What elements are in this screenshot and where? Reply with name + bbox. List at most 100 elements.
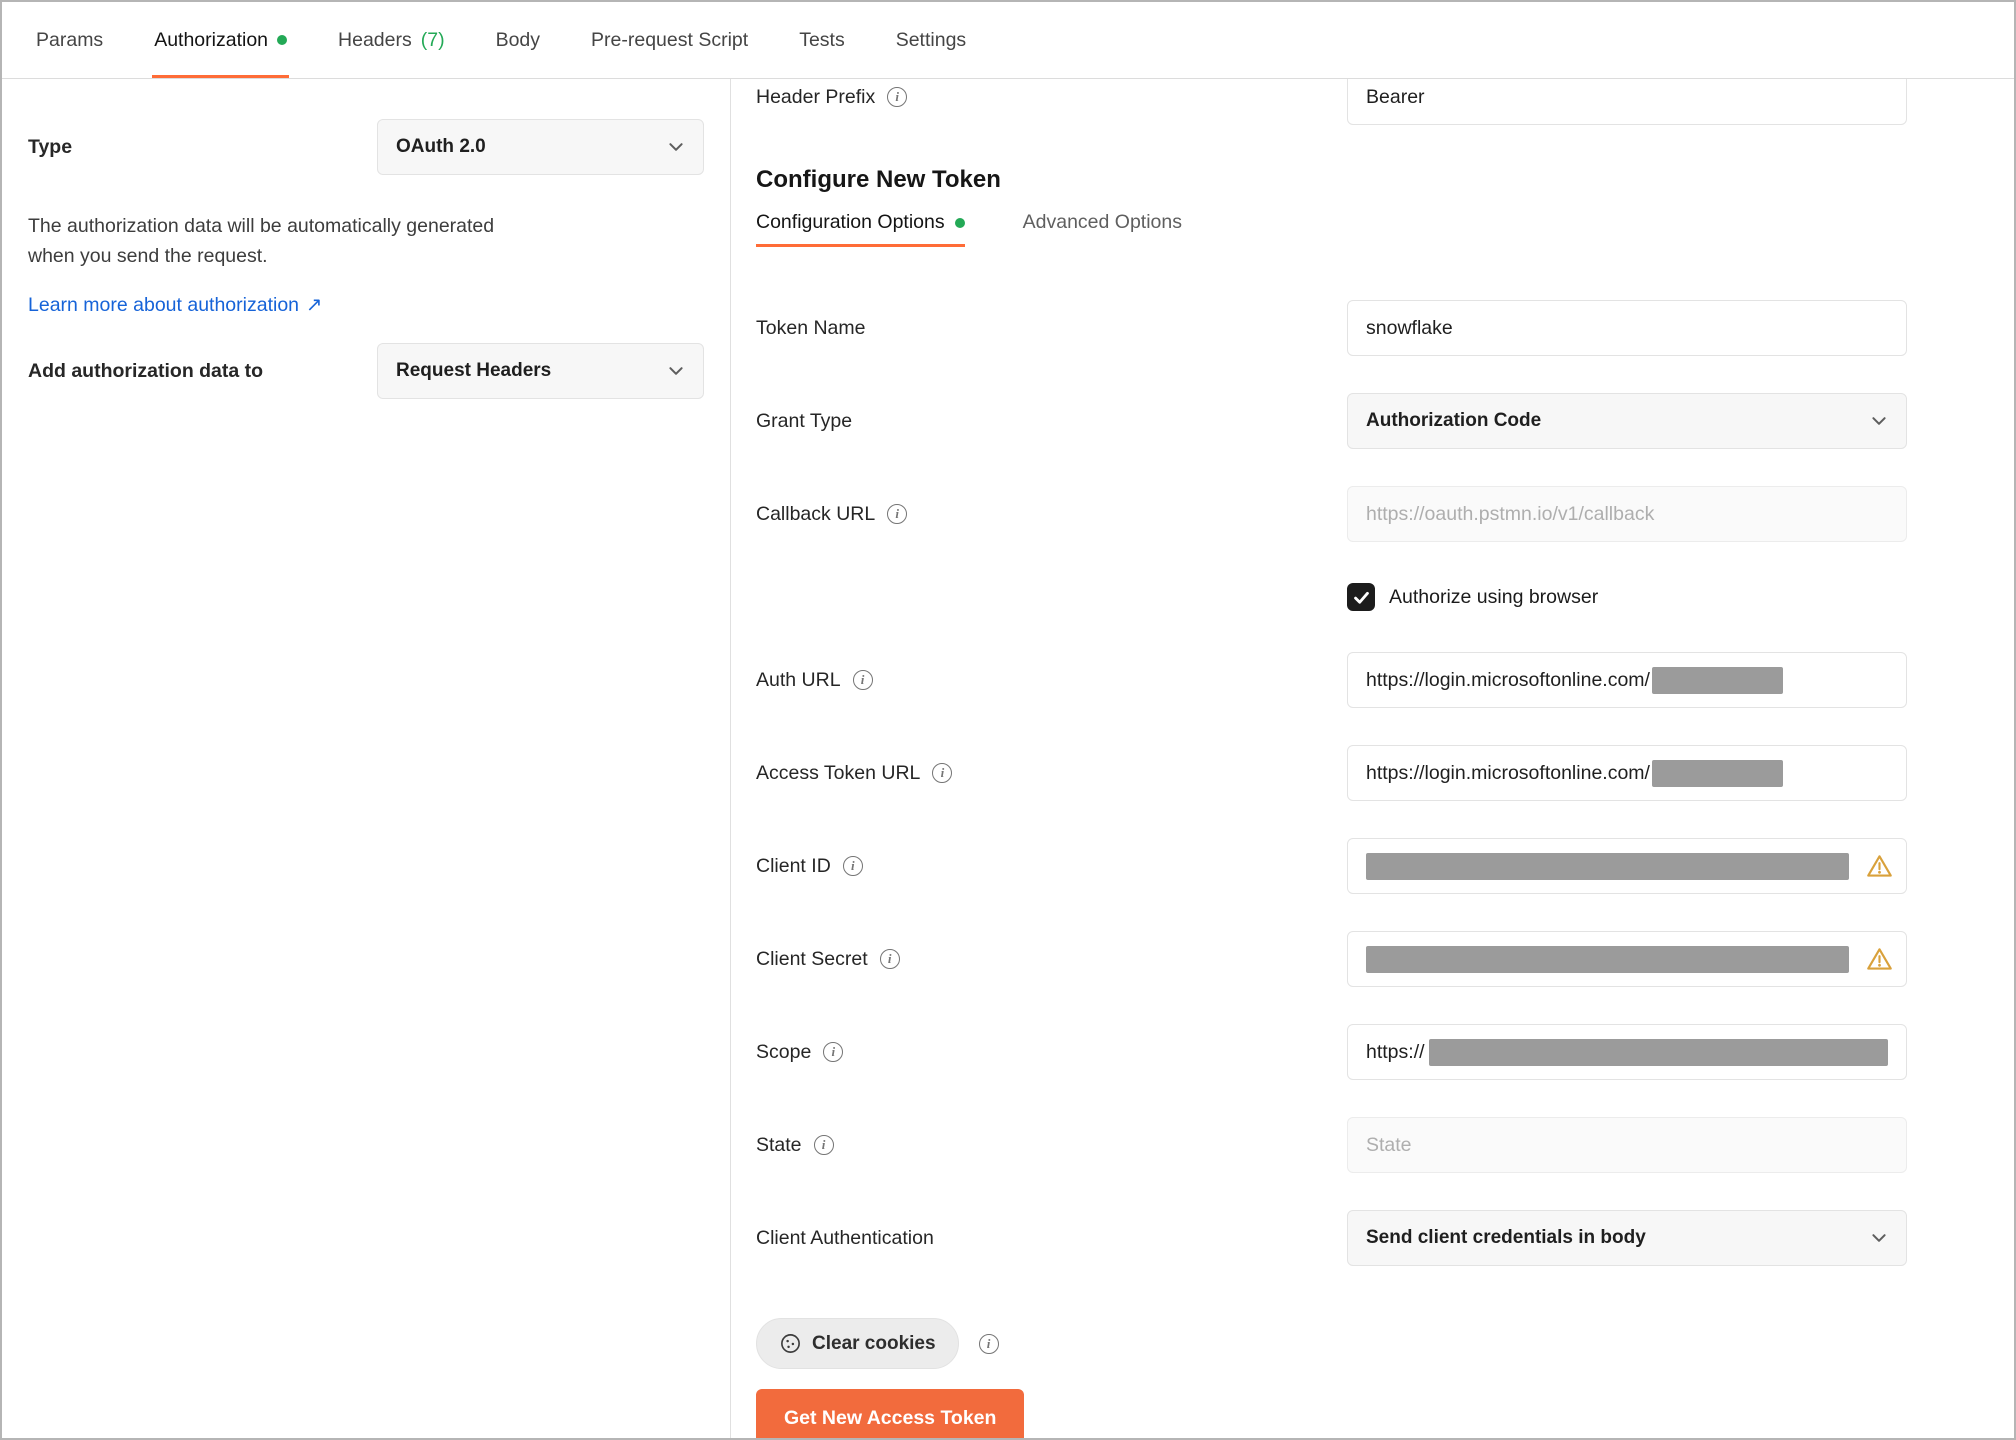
client-authentication-row: Client Authentication Send client creden… [756, 1210, 2014, 1266]
auth-settings-panel: Type OAuth 2.0 The authorization data wi… [2, 79, 731, 1438]
add-auth-data-row: Add authorization data to Request Header… [28, 343, 704, 399]
scope-input[interactable]: https:// [1347, 1024, 1907, 1080]
grant-type-value: Authorization Code [1366, 410, 1542, 431]
chevron-down-icon [669, 143, 683, 151]
clear-cookies-label: Clear cookies [812, 1332, 936, 1354]
learn-more-text: Learn more about authorization [28, 293, 300, 316]
redacted-value [1366, 945, 1849, 973]
client-secret-input[interactable] [1347, 931, 1907, 987]
auth-url-input[interactable]: https://login.microsoftonline.com/ [1347, 652, 1907, 708]
tab-body-label: Body [495, 28, 541, 51]
tab-body[interactable]: Body [494, 2, 542, 78]
info-icon[interactable]: i [978, 1333, 999, 1354]
info-icon[interactable]: i [879, 949, 900, 969]
access-token-url-input[interactable]: https://login.microsoftonline.com/ [1347, 745, 1907, 801]
client-secret-label: Client Secret [756, 947, 868, 970]
auth-description-line2: when you send the request. [28, 245, 268, 267]
chevron-down-icon [1872, 417, 1886, 425]
tab-headers-label: Headers [338, 28, 412, 51]
grant-type-row: Grant Type Authorization Code [756, 393, 2014, 449]
auth-type-select[interactable]: OAuth 2.0 [377, 119, 704, 175]
client-secret-row: Client Secret i [756, 931, 2014, 987]
redacted-value [1366, 852, 1849, 880]
tab-pre-request-script-label: Pre-request Script [591, 28, 749, 51]
authorize-browser-label: Authorize using browser [1389, 585, 1599, 608]
auth-url-label: Auth URL [756, 668, 841, 691]
tab-configuration-options[interactable]: Configuration Options [756, 211, 965, 247]
redacted-value [1428, 1038, 1888, 1066]
tab-headers[interactable]: Headers (7) [336, 2, 447, 78]
tab-params[interactable]: Params [34, 2, 105, 78]
chevron-down-icon [669, 367, 683, 375]
client-id-input[interactable] [1347, 838, 1907, 894]
checkmark-icon [1353, 591, 1369, 604]
auth-url-value: https://login.microsoftonline.com/ [1366, 668, 1650, 691]
request-tab-bar: Params Authorization Headers (7) Body Pr… [2, 2, 2014, 79]
tab-authorization[interactable]: Authorization [152, 2, 290, 78]
client-id-row: Client ID i [756, 838, 2014, 894]
warning-triangle-icon [1866, 946, 1893, 973]
state-label: State [756, 1133, 802, 1156]
configure-new-token-title: Configure New Token [756, 166, 1001, 193]
client-authentication-select[interactable]: Send client credentials in body [1347, 1210, 1907, 1266]
token-config-panel: Header Prefix i Configure New Token Conf… [731, 79, 2014, 1438]
token-name-input[interactable] [1347, 300, 1907, 356]
get-new-access-token-button[interactable]: Get New Access Token [756, 1389, 1025, 1438]
auth-description-line1: The authorization data will be automatic… [28, 215, 495, 237]
auth-type-label: Type [28, 135, 73, 158]
access-token-url-row: Access Token URL i https://login.microso… [756, 745, 2014, 801]
add-auth-data-value: Request Headers [396, 360, 552, 381]
auth-description: The authorization data will be automatic… [28, 211, 704, 271]
info-icon[interactable]: i [887, 504, 908, 524]
scope-value: https:// [1366, 1040, 1425, 1063]
callback-url-input[interactable] [1347, 486, 1907, 542]
header-prefix-input[interactable] [1347, 79, 1907, 125]
warning-triangle-icon [1866, 853, 1893, 880]
tab-pre-request-script[interactable]: Pre-request Script [589, 2, 750, 78]
info-icon[interactable]: i [887, 87, 908, 107]
state-input[interactable] [1347, 1117, 1907, 1173]
info-icon[interactable]: i [842, 856, 863, 876]
tab-params-label: Params [36, 28, 104, 51]
state-row: State i [756, 1117, 2014, 1173]
cookie-icon [781, 1334, 800, 1353]
scope-label: Scope [756, 1040, 812, 1063]
info-icon[interactable]: i [813, 1135, 834, 1155]
tab-tests[interactable]: Tests [797, 2, 847, 78]
header-prefix-row: Header Prefix i [756, 79, 2014, 125]
modified-dot-icon [277, 35, 288, 45]
add-auth-data-select[interactable]: Request Headers [377, 343, 704, 399]
tab-configuration-options-label: Configuration Options [756, 211, 945, 233]
redacted-value [1651, 666, 1783, 694]
tab-settings[interactable]: Settings [894, 2, 968, 78]
clear-cookies-button[interactable]: Clear cookies [756, 1318, 959, 1369]
add-auth-data-label: Add authorization data to [28, 359, 264, 382]
authorize-browser-checkbox[interactable] [1347, 583, 1375, 611]
access-token-url-value: https://login.microsoftonline.com/ [1366, 761, 1650, 784]
tab-tests-label: Tests [799, 28, 845, 51]
callback-url-row: Callback URL i [756, 486, 2014, 542]
tab-advanced-options-label: Advanced Options [1022, 211, 1182, 233]
authorize-browser-row: Authorize using browser [756, 579, 2014, 615]
tab-authorization-label: Authorization [154, 28, 269, 51]
header-prefix-label: Header Prefix [756, 85, 876, 108]
chevron-down-icon [1872, 1234, 1886, 1242]
token-name-row: Token Name [756, 300, 2014, 356]
callback-url-label: Callback URL [756, 502, 876, 525]
auth-url-row: Auth URL i https://login.microsoftonline… [756, 652, 2014, 708]
external-link-arrow-icon: ↗ [306, 294, 323, 316]
grant-type-select[interactable]: Authorization Code [1347, 393, 1907, 449]
client-authentication-value: Send client credentials in body [1366, 1227, 1646, 1248]
headers-count-badge: (7) [420, 28, 445, 51]
token-name-label: Token Name [756, 316, 866, 339]
info-icon[interactable]: i [932, 763, 953, 783]
learn-more-authorization-link[interactable]: Learn more about authorization ↗ [28, 293, 322, 317]
client-authentication-label: Client Authentication [756, 1226, 934, 1249]
info-icon[interactable]: i [823, 1042, 844, 1062]
tab-advanced-options[interactable]: Advanced Options [1023, 211, 1182, 250]
client-id-label: Client ID [756, 854, 831, 877]
scope-row: Scope i https:// [756, 1024, 2014, 1080]
auth-type-value: OAuth 2.0 [396, 136, 486, 157]
request-editor: Params Authorization Headers (7) Body Pr… [0, 0, 2016, 1440]
info-icon[interactable]: i [852, 670, 873, 690]
